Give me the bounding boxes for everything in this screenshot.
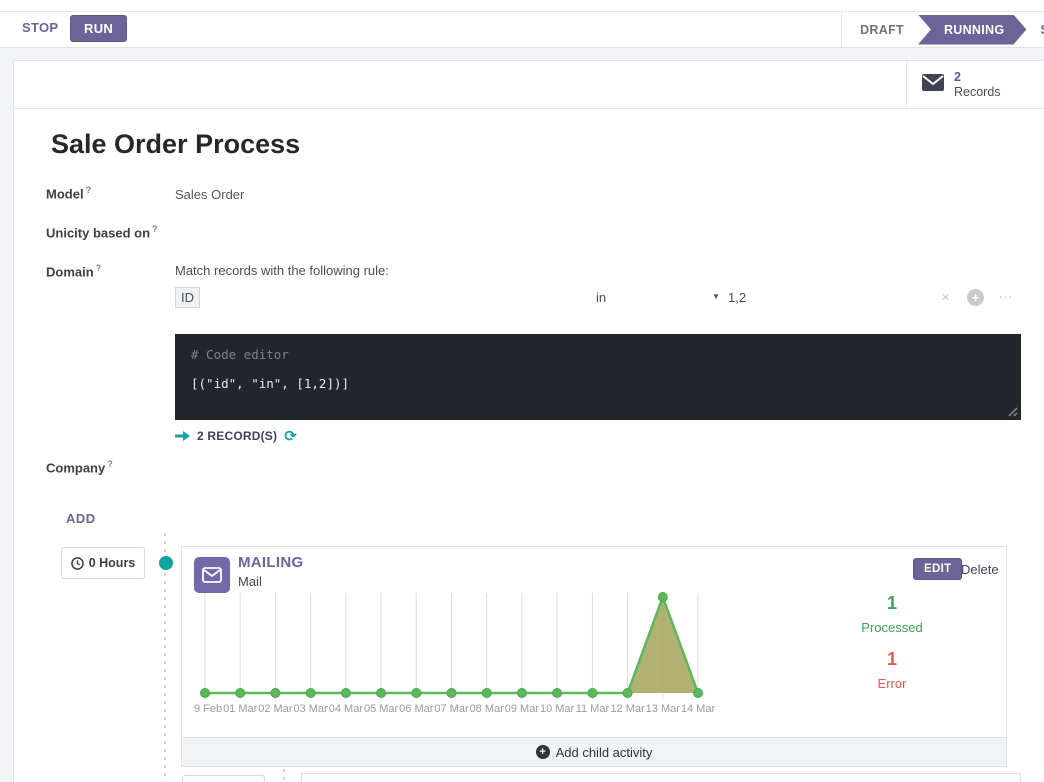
plus-circle-icon: + bbox=[536, 745, 550, 759]
svg-text:29 Feb: 29 Feb bbox=[194, 703, 222, 715]
records-stat-button[interactable]: 2 Records bbox=[906, 61, 1044, 108]
workflow-node-dot bbox=[159, 556, 173, 570]
page-title[interactable]: Sale Order Process bbox=[51, 129, 300, 160]
code-line: [("id", "in", [1,2])] bbox=[191, 376, 1005, 391]
svg-text:03 Mar: 03 Mar bbox=[293, 703, 328, 715]
code-comment: # Code editor bbox=[191, 347, 1005, 362]
rule-remove-icon[interactable]: × bbox=[941, 289, 950, 306]
company-label: Company? bbox=[46, 459, 113, 475]
stage-draft[interactable]: DRAFT bbox=[848, 23, 916, 37]
run-button[interactable]: RUN bbox=[70, 15, 127, 42]
svg-text:06 Mar: 06 Mar bbox=[399, 703, 434, 715]
app-window: STOP RUN DRAFT RUNNING STOPPED 2 Records bbox=[0, 0, 1044, 782]
records-label: Records bbox=[954, 85, 1001, 100]
model-value[interactable]: Sales Order bbox=[175, 187, 244, 202]
envelope-icon bbox=[921, 73, 945, 97]
domain-label: Domain? bbox=[46, 263, 101, 279]
domain-code-editor[interactable]: # Code editor [("id", "in", [1,2])] bbox=[175, 334, 1021, 420]
svg-text:08 Mar: 08 Mar bbox=[470, 703, 505, 715]
stage-pipeline: DRAFT RUNNING STOPPED bbox=[841, 12, 1044, 47]
edit-activity-button[interactable]: EDIT bbox=[913, 558, 962, 580]
rule-branch-icon[interactable]: … bbox=[998, 285, 1013, 302]
rule-value-input[interactable]: 1,2 bbox=[728, 290, 746, 305]
workflow-connector-line bbox=[164, 533, 166, 782]
unicity-label: Unicity based on? bbox=[46, 224, 158, 240]
svg-text:09 Mar: 09 Mar bbox=[505, 703, 540, 715]
processed-count[interactable]: 1 bbox=[832, 593, 952, 614]
delete-activity-link[interactable]: Delete bbox=[961, 562, 999, 577]
button-box-row: 2 Records bbox=[14, 61, 1044, 109]
svg-text:01 Mar: 01 Mar bbox=[223, 703, 258, 715]
form-sheet: 2 Records Sale Order Process Model? Sale… bbox=[13, 60, 1044, 782]
statusbar: STOP RUN DRAFT RUNNING STOPPED bbox=[0, 11, 1044, 48]
arrow-right-icon bbox=[175, 430, 190, 442]
svg-text:04 Mar: 04 Mar bbox=[329, 703, 364, 715]
stage-stopped[interactable]: STOPPED bbox=[1028, 23, 1044, 37]
clock-icon bbox=[71, 557, 84, 570]
mail-activity-icon bbox=[194, 557, 230, 593]
svg-text:13 Mar: 13 Mar bbox=[646, 703, 681, 715]
activity-type: Mail bbox=[238, 574, 262, 589]
records-count-link[interactable]: 2 RECORD(S) ⟳ bbox=[175, 427, 297, 445]
refresh-icon[interactable]: ⟳ bbox=[284, 427, 297, 445]
svg-text:05 Mar: 05 Mar bbox=[364, 703, 399, 715]
domain-help-icon[interactable]: ? bbox=[96, 263, 102, 273]
svg-text:07 Mar: 07 Mar bbox=[434, 703, 469, 715]
trigger-delay-button[interactable]: 0 Hours bbox=[61, 547, 145, 579]
rule-add-icon[interactable]: + bbox=[967, 289, 984, 306]
stage-running[interactable]: RUNNING bbox=[918, 15, 1026, 45]
activity-name[interactable]: MAILING bbox=[238, 554, 303, 571]
activity-chart: 29 Feb01 Mar02 Mar03 Mar04 Mar05 Mar06 M… bbox=[194, 589, 724, 721]
resize-handle-icon[interactable] bbox=[1007, 406, 1018, 417]
svg-text:14 Mar: 14 Mar bbox=[681, 703, 716, 715]
window-top-strip bbox=[0, 0, 1044, 11]
chevron-down-icon[interactable]: ▼ bbox=[712, 292, 720, 301]
error-label[interactable]: Error bbox=[832, 676, 952, 691]
add-child-activity-button[interactable]: + Add child activity bbox=[182, 737, 1006, 766]
activity-card: MAILING Mail EDIT Delete 29 Feb01 Mar02 … bbox=[181, 546, 1007, 767]
svg-text:10 Mar: 10 Mar bbox=[540, 703, 575, 715]
rule-field-selector[interactable]: ID bbox=[175, 287, 200, 308]
domain-intro: Match records with the following rule: bbox=[175, 263, 389, 278]
company-help-icon[interactable]: ? bbox=[107, 459, 113, 469]
stop-button[interactable]: STOP bbox=[22, 20, 58, 35]
error-count[interactable]: 1 bbox=[832, 649, 952, 670]
model-help-icon[interactable]: ? bbox=[86, 185, 92, 195]
add-activity-button[interactable]: ADD bbox=[66, 511, 96, 526]
rule-operator-select[interactable]: in bbox=[596, 290, 606, 305]
svg-text:02 Mar: 02 Mar bbox=[258, 703, 293, 715]
trigger-delay-label: 0 Hours bbox=[89, 556, 136, 570]
svg-text:12 Mar: 12 Mar bbox=[610, 703, 645, 715]
unicity-help-icon[interactable]: ? bbox=[152, 224, 158, 234]
processed-label[interactable]: Processed bbox=[832, 620, 952, 635]
child-trigger-delay-button[interactable] bbox=[182, 775, 265, 782]
svg-text:11 Mar: 11 Mar bbox=[576, 703, 610, 715]
child-activity-card bbox=[301, 773, 1021, 782]
child-connector-line bbox=[283, 769, 285, 782]
model-label: Model? bbox=[46, 185, 91, 201]
activity-stats: 1 Processed 1 Error bbox=[832, 593, 952, 691]
records-count: 2 bbox=[954, 70, 1001, 85]
add-child-activity-label: Add child activity bbox=[556, 745, 653, 760]
